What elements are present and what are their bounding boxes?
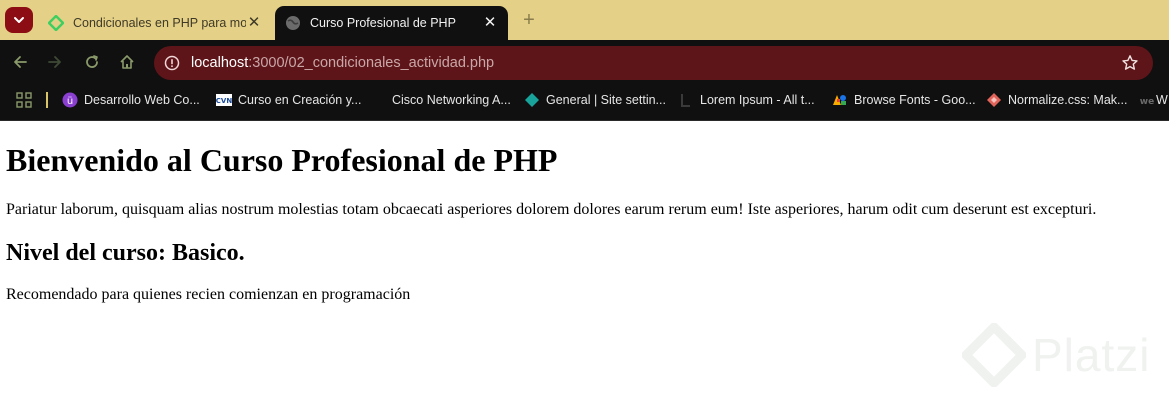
close-icon[interactable]: ✕	[482, 15, 498, 31]
bookmark-cisco-networking[interactable]: Cisco Networking A...	[370, 86, 511, 114]
address-bar[interactable]: localhost:3000/02_condicionales_activida…	[154, 46, 1153, 80]
bookmark-star-icon[interactable]	[1121, 54, 1139, 72]
apps-grid-icon[interactable]	[16, 92, 32, 108]
bookmark-overflow[interactable]: we W	[1140, 86, 1168, 114]
bookmark-lorem-ipsum[interactable]: Lorem Ipsum - All t...	[678, 86, 815, 114]
cisco-logo-icon: CVN	[216, 92, 232, 108]
bookmark-label: Browse Fonts - Goo...	[854, 93, 976, 107]
intro-paragraph: Pariatur laborum, quisquam alias nostrum…	[6, 201, 1097, 218]
chevron-down-icon	[14, 17, 24, 23]
bookmark-label: W	[1156, 93, 1168, 107]
bookmark-label: Desarrollo Web Co...	[84, 93, 200, 107]
bookmark-normalize[interactable]: Normalize.css: Mak...	[986, 86, 1127, 114]
platzi-logo-icon	[962, 323, 1026, 387]
platzi-watermark: Platzi	[962, 322, 1150, 388]
we-icon: we	[1140, 92, 1154, 108]
arrow-right-icon	[48, 56, 61, 68]
arrow-left-icon	[14, 56, 27, 68]
tab-title: Condicionales en PHP para mo	[73, 16, 246, 30]
blank-icon	[370, 92, 386, 108]
lorem-icon	[678, 92, 694, 108]
svg-text:we: we	[1140, 97, 1154, 107]
home-button[interactable]	[115, 50, 139, 74]
url-text[interactable]: localhost:3000/02_condicionales_activida…	[191, 46, 494, 80]
bookmark-label: Curso en Creación y...	[238, 93, 362, 107]
bookmark-label: Cisco Networking A...	[392, 93, 511, 107]
svg-text:ü: ü	[67, 96, 73, 107]
bookmark-label: General | Site settin...	[546, 93, 666, 107]
reload-button[interactable]	[80, 50, 104, 74]
course-level-heading: Nivel del curso: Basico.	[6, 240, 245, 266]
bookmarks-divider	[46, 92, 48, 108]
bookmark-curso-creacion[interactable]: CVN Curso en Creación y...	[216, 86, 361, 114]
tab-condicionales[interactable]: Condicionales en PHP para mo ✕	[38, 6, 272, 40]
tab-search-button[interactable]	[5, 7, 33, 33]
page-title: Bienvenido al Curso Profesional de PHP	[6, 142, 558, 178]
bookmark-general-site-settings[interactable]: General | Site settin...	[524, 86, 666, 114]
svg-text:CVN: CVN	[216, 97, 232, 105]
platzi-icon	[48, 15, 64, 31]
recommendation-text: Recomendado para quienes recien comienza…	[6, 286, 411, 303]
back-button[interactable]	[8, 50, 32, 74]
red-diamond-icon	[986, 92, 1002, 108]
not-secure-icon[interactable]	[164, 55, 180, 71]
bookmark-label: Lorem Ipsum - All t...	[700, 93, 815, 107]
tab-strip: Condicionales en PHP para mo ✕ Curso Pro…	[0, 0, 1169, 40]
toolbar: localhost:3000/02_condicionales_activida…	[0, 40, 1169, 86]
home-icon	[120, 55, 134, 69]
bookmarks-bar: ü Desarrollo Web Co... CVN Curso en Crea…	[0, 86, 1169, 121]
bookmark-browse-fonts[interactable]: Browse Fonts - Goo...	[832, 86, 976, 114]
teal-diamond-icon	[524, 92, 540, 108]
google-fonts-icon	[832, 92, 848, 108]
url-host: localhost	[191, 55, 249, 71]
new-tab-button[interactable]: +	[518, 9, 540, 31]
url-path: :3000/02_condicionales_actividad.php	[248, 55, 495, 71]
tab-curso-profesional[interactable]: Curso Profesional de PHP ✕	[275, 6, 508, 40]
watermark-text: Platzi	[1032, 329, 1151, 381]
reload-icon	[86, 55, 98, 68]
tab-title: Curso Profesional de PHP	[310, 16, 456, 30]
purple-badge-icon: ü	[62, 92, 78, 108]
bookmark-desarrollo-web[interactable]: ü Desarrollo Web Co...	[62, 86, 200, 114]
bookmark-label: Normalize.css: Mak...	[1008, 93, 1128, 107]
close-icon[interactable]: ✕	[246, 15, 262, 31]
forward-button[interactable]	[43, 50, 67, 74]
globe-icon	[285, 15, 301, 31]
